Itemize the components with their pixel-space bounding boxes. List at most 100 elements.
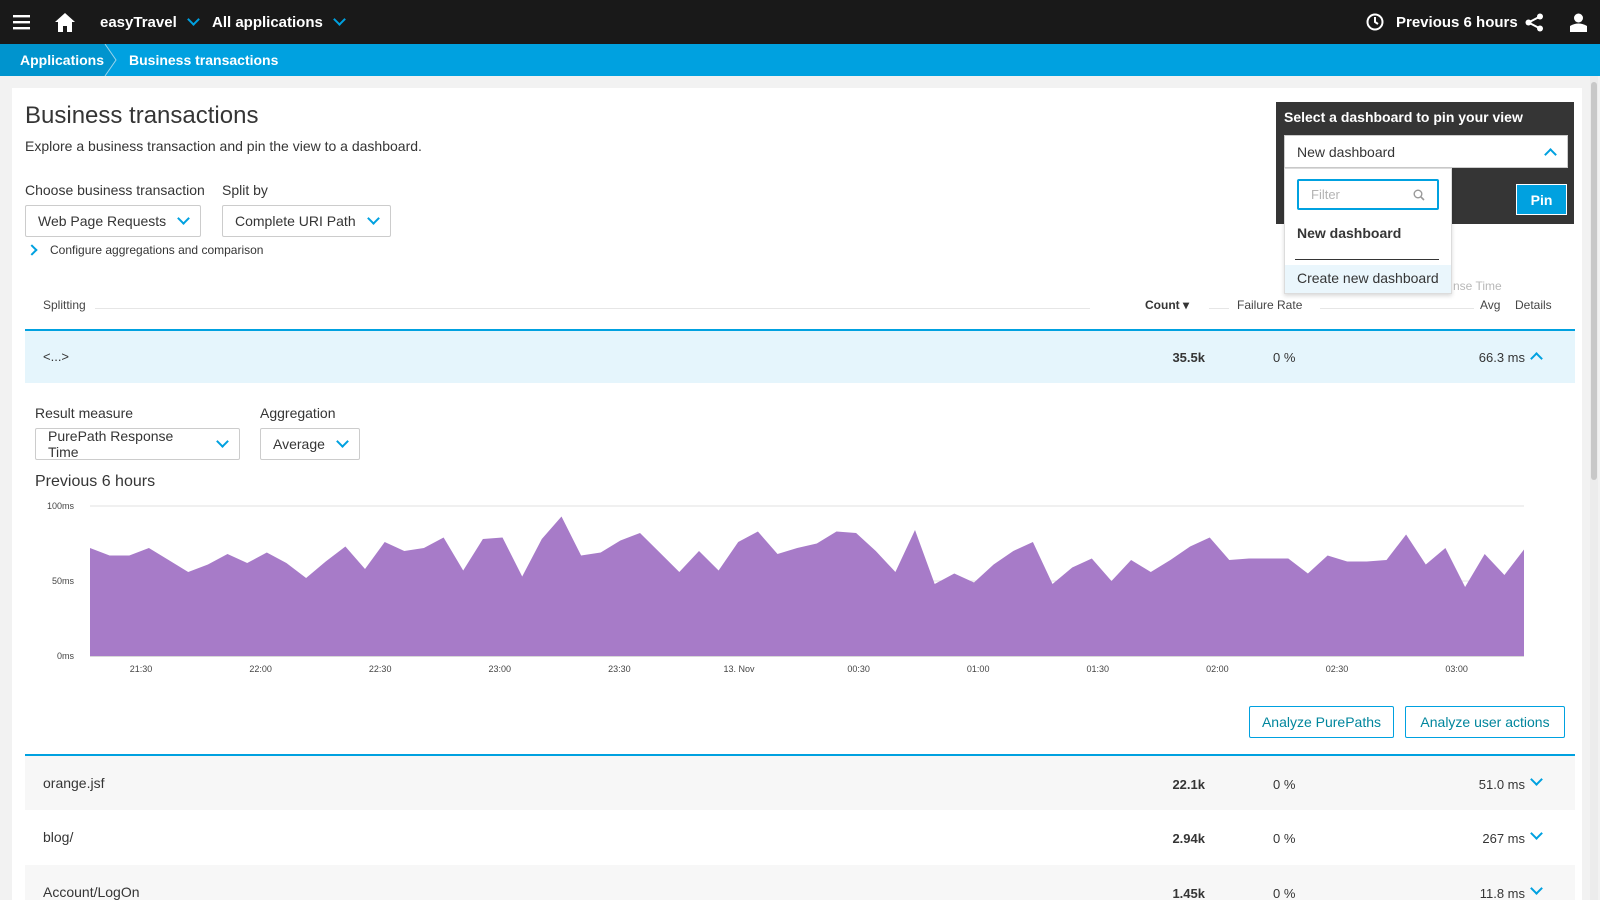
row-count: 1.45k	[1172, 886, 1205, 900]
row-avg: 66.3 ms	[1478, 350, 1525, 365]
row-name: blog/	[43, 829, 74, 845]
result-measure-select[interactable]: PurePath Response Time	[35, 428, 240, 460]
chevron-down-icon[interactable]	[1530, 827, 1543, 840]
result-measure-value: PurePath Response Time	[48, 428, 174, 460]
x-axis-tick-label: 22:30	[369, 664, 392, 674]
y-axis-tick-label: 0ms	[57, 651, 75, 661]
pin-panel-title: Select a dashboard to pin your view	[1284, 109, 1523, 125]
row-count: 2.94k	[1172, 831, 1205, 846]
page-title: Business transactions	[25, 102, 259, 129]
row-name: Account/LogOn	[43, 884, 140, 900]
x-axis-tick-label: 00:30	[847, 664, 870, 674]
dropdown-group-label: New dashboard	[1297, 225, 1402, 241]
header-divider	[1320, 308, 1474, 309]
x-axis-tick-label: 01:00	[967, 664, 990, 674]
row-avg: 11.8 ms	[1479, 886, 1525, 900]
dropdown-divider	[1295, 259, 1439, 260]
page-scrollbar-thumb[interactable]	[1591, 82, 1597, 480]
row-failure-rate: 0 %	[1273, 831, 1296, 846]
clock-icon	[1366, 13, 1384, 31]
breadcrumb-applications[interactable]: Applications	[20, 44, 104, 76]
configure-aggregations-toggle[interactable]: Configure aggregations and comparison	[26, 243, 264, 257]
header-divider	[95, 308, 1090, 309]
user-icon[interactable]	[1570, 0, 1587, 44]
column-header-splitting: Splitting	[43, 298, 86, 312]
row-name: <...>	[43, 349, 70, 364]
x-axis-tick-label: 02:00	[1206, 664, 1229, 674]
chevron-down-icon	[186, 13, 200, 26]
column-header-response-time: nse Time	[1453, 279, 1502, 293]
row-failure-rate: 0 %	[1273, 350, 1296, 365]
x-axis-tick-label: 22:00	[249, 664, 272, 674]
chevron-down-icon	[177, 212, 190, 225]
timeframe-selector[interactable]: Previous 6 hours	[1366, 0, 1518, 44]
split-by-select[interactable]: Complete URI Path	[222, 205, 391, 237]
dashboard-dropdown: Filter New dashboard Create new dashboar…	[1284, 168, 1452, 294]
pin-button[interactable]: Pin	[1516, 184, 1567, 215]
chevron-down-icon	[367, 212, 380, 225]
row-failure-rate: 0 %	[1273, 777, 1296, 792]
analyze-purepaths-button[interactable]: Analyze PurePaths	[1249, 706, 1394, 738]
dashboard-filter-input[interactable]: Filter	[1297, 179, 1439, 210]
column-header-count[interactable]: Count ▾	[1145, 298, 1189, 312]
create-new-dashboard-option[interactable]: Create new dashboard	[1285, 265, 1451, 293]
x-axis-tick-label: 21:30	[130, 664, 153, 674]
timeframe-label: Previous 6 hours	[1396, 13, 1518, 31]
table-row-expanded[interactable]: <...> 35.5k 0 % 66.3 ms	[25, 331, 1575, 383]
row-failure-rate: 0 %	[1273, 886, 1296, 900]
dashboard-select[interactable]: New dashboard	[1284, 135, 1568, 168]
column-header-details: Details	[1515, 298, 1552, 312]
aggregation-label: Aggregation	[260, 405, 336, 421]
business-transaction-value: Web Page Requests	[38, 213, 167, 229]
business-transaction-select[interactable]: Web Page Requests	[25, 205, 201, 237]
top-navigation-bar: easyTravel All applications Previous 6 h…	[0, 0, 1600, 44]
x-axis-tick-label: 01:30	[1087, 664, 1110, 674]
x-axis-tick-label: 02:30	[1326, 664, 1349, 674]
filter-placeholder: Filter	[1311, 187, 1340, 202]
split-by-value: Complete URI Path	[235, 213, 356, 229]
scope-selector[interactable]: All applications	[212, 0, 346, 44]
row-avg: 51.0 ms	[1478, 777, 1525, 792]
split-by-label: Split by	[222, 182, 268, 198]
breadcrumb-separator	[104, 44, 117, 76]
dashboard-select-value: New dashboard	[1297, 143, 1396, 160]
chevron-right-icon	[26, 244, 38, 256]
share-icon[interactable]	[1525, 0, 1544, 44]
column-header-failure-rate[interactable]: Failure Rate	[1237, 298, 1302, 312]
breadcrumb-business-transactions[interactable]: Business transactions	[129, 44, 278, 76]
chevron-down-icon[interactable]	[1530, 773, 1543, 786]
table-row[interactable]: orange.jsf 22.1k 0 % 51.0 ms	[25, 756, 1575, 810]
row-count: 35.5k	[1172, 350, 1205, 365]
y-axis-tick-label: 50ms	[52, 576, 75, 586]
chevron-down-icon	[336, 435, 349, 448]
x-axis-tick-label: 13. Nov	[723, 664, 755, 674]
column-header-avg[interactable]: Avg	[1480, 298, 1500, 312]
analyze-user-actions-button[interactable]: Analyze user actions	[1405, 706, 1565, 738]
row-avg: 267 ms	[1482, 831, 1525, 846]
response-time-area	[90, 516, 1524, 656]
home-icon[interactable]	[55, 0, 75, 44]
aggregation-select[interactable]: Average	[260, 428, 360, 460]
chevron-down-icon	[216, 435, 229, 448]
chevron-down-icon[interactable]	[1530, 882, 1543, 895]
row-count: 22.1k	[1172, 777, 1205, 792]
page-subtitle: Explore a business transaction and pin t…	[25, 138, 422, 154]
table-row[interactable]: Account/LogOn 1.45k 0 % 11.8 ms	[25, 865, 1575, 900]
search-icon	[1413, 189, 1425, 201]
x-axis-tick-label: 23:00	[489, 664, 512, 674]
app-selector[interactable]: easyTravel	[100, 0, 200, 44]
table-row[interactable]: blog/ 2.94k 0 % 267 ms	[25, 810, 1575, 865]
y-axis-tick-label: 100ms	[47, 501, 75, 511]
chevron-up-icon	[1544, 147, 1557, 161]
configure-aggregations-label: Configure aggregations and comparison	[50, 243, 264, 257]
aggregation-value: Average	[273, 436, 325, 452]
scope-selector-label: All applications	[212, 13, 323, 31]
result-measure-label: Result measure	[35, 405, 134, 421]
header-divider	[1209, 308, 1229, 309]
row-name: orange.jsf	[43, 775, 105, 791]
x-axis-tick-label: 23:30	[608, 664, 631, 674]
chevron-up-icon[interactable]	[1530, 352, 1543, 365]
x-axis-tick-label: 03:00	[1445, 664, 1468, 674]
menu-icon[interactable]	[13, 0, 31, 44]
response-time-area-chart: 100ms 50ms 0ms 21:30 22:00 22:30 23:00 23:30 13…	[47, 501, 1524, 674]
